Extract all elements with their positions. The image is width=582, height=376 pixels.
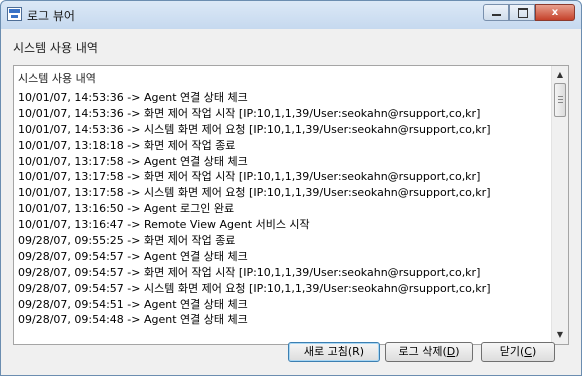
- window-title: 로그 뷰어: [27, 9, 75, 23]
- log-row[interactable]: 10/01/07, 14:53:36 -> 시스템 화면 제어 요청 [IP:1…: [18, 122, 550, 138]
- delete-hotkey: D: [446, 345, 456, 358]
- log-row[interactable]: 10/01/07, 13:17:58 -> 화면 제어 작업 시작 [IP:10…: [18, 169, 550, 185]
- vertical-scrollbar[interactable]: ▲ ▼: [551, 66, 568, 344]
- log-row[interactable]: 10/01/07, 13:16:47 -> Remote View Agent …: [18, 217, 550, 233]
- close-icon: x: [551, 7, 559, 18]
- scroll-up-arrow-icon[interactable]: ▲: [552, 67, 568, 83]
- log-row[interactable]: 09/28/07, 09:54:51 -> Agent 연결 상태 체크: [18, 297, 550, 313]
- minimize-button[interactable]: [483, 4, 509, 21]
- log-row[interactable]: 09/28/07, 09:54:57 -> 화면 제어 작업 시작 [IP:10…: [18, 265, 550, 281]
- log-rows: 10/01/07, 14:53:36 -> Agent 연결 상태 체크 10/…: [18, 90, 550, 328]
- scroll-thumb[interactable]: [554, 83, 566, 117]
- log-row[interactable]: 10/01/07, 13:17:58 -> 시스템 화면 제어 요청 [IP:1…: [18, 185, 550, 201]
- log-row[interactable]: 09/28/07, 09:55:25 -> 화면 제어 작업 종료: [18, 233, 550, 249]
- close-button[interactable]: 닫기(C): [481, 342, 555, 362]
- log-viewer-window: 로그 뷰어 x 시스템 사용 내역 시스템 사용 내역 10/01/07, 14…: [0, 0, 582, 376]
- maximize-button[interactable]: [509, 4, 535, 21]
- log-row[interactable]: 09/28/07, 09:54:48 -> Agent 연결 상태 체크: [18, 312, 550, 328]
- title-bar[interactable]: 로그 뷰어 x: [1, 1, 581, 29]
- delete-label-suffix: ): [455, 345, 460, 358]
- log-row[interactable]: 09/28/07, 09:54:57 -> 시스템 화면 제어 요청 [IP:1…: [18, 281, 550, 297]
- maximize-icon: [518, 8, 528, 18]
- window-controls: x: [483, 4, 575, 24]
- log-row[interactable]: 09/28/07, 09:54:57 -> Agent 연결 상태 체크: [18, 249, 550, 265]
- close-label-suffix: ): [531, 345, 537, 358]
- delete-log-button[interactable]: 로그 삭제(D): [385, 342, 473, 362]
- close-window-button[interactable]: x: [535, 4, 575, 21]
- grip-icon: [558, 96, 563, 97]
- section-label: 시스템 사용 내역: [13, 41, 98, 55]
- log-row[interactable]: 10/01/07, 14:53:36 -> 화면 제어 작업 시작 [IP:10…: [18, 106, 550, 122]
- minimize-icon: [492, 14, 501, 16]
- delete-label-prefix: 로그 삭제(: [398, 345, 447, 358]
- log-row[interactable]: 10/01/07, 13:18:18 -> 화면 제어 작업 종료: [18, 138, 550, 154]
- refresh-button-label: 새로 고침(R): [303, 345, 365, 358]
- log-row[interactable]: 10/01/07, 14:53:36 -> Agent 연결 상태 체크: [18, 90, 550, 106]
- log-list-header: 시스템 사용 내역: [18, 72, 96, 85]
- refresh-button[interactable]: 새로 고침(R): [288, 342, 380, 362]
- close-label-prefix: 닫기(: [499, 345, 525, 358]
- log-list[interactable]: 시스템 사용 내역 10/01/07, 14:53:36 -> Agent 연결…: [13, 65, 569, 345]
- close-hotkey: C: [524, 345, 532, 358]
- scroll-down-arrow-icon[interactable]: ▼: [552, 327, 568, 343]
- log-row[interactable]: 10/01/07, 13:17:58 -> Agent 연결 상태 체크: [18, 154, 550, 170]
- log-row[interactable]: 10/01/07, 13:16:50 -> Agent 로그인 완료: [18, 201, 550, 217]
- app-monitor-icon: [7, 7, 22, 21]
